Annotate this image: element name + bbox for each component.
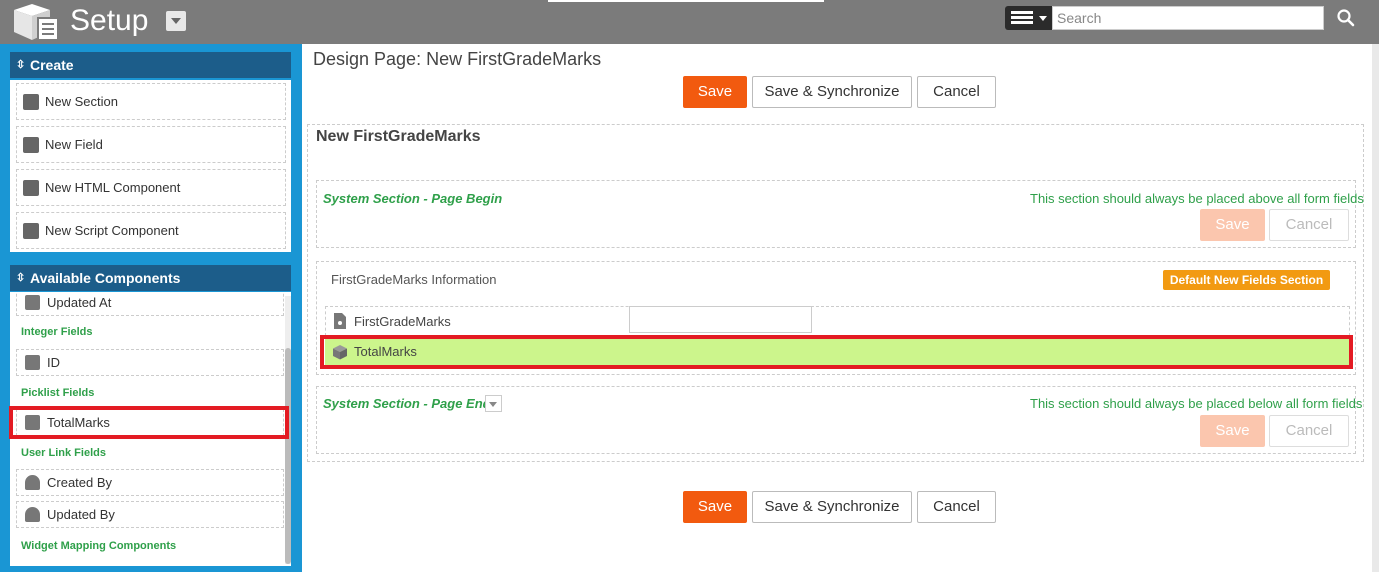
create-panel-header[interactable]: ⇳ Create — [10, 52, 291, 78]
calendar-icon — [25, 295, 40, 310]
page-end-note: This section should always be placed bel… — [1030, 396, 1363, 411]
cube-stack-logo — [14, 4, 59, 41]
page-begin-label: System Section - Page Begin — [323, 191, 503, 206]
user-icon — [25, 475, 40, 490]
firstgrademarks-field-label: FirstGradeMarks — [354, 314, 451, 329]
top-tab-indicator — [548, 0, 824, 2]
information-section-title: FirstGradeMarks Information — [331, 272, 497, 287]
new-html-component-label: New HTML Component — [45, 180, 181, 195]
page-end-save-button[interactable]: Save — [1200, 415, 1265, 447]
expand-collapse-icon: ⇳ — [16, 272, 26, 284]
id-label: ID — [47, 355, 60, 370]
search-icon[interactable] — [1336, 8, 1356, 28]
form-title: New FirstGradeMarks — [316, 128, 481, 145]
firstgrademarks-input[interactable] — [629, 306, 812, 333]
new-field-label: New Field — [45, 137, 103, 152]
script-icon — [23, 223, 39, 239]
search-input[interactable] — [1052, 6, 1324, 30]
hamburger-menu-icon — [1011, 11, 1033, 25]
page-begin-cancel-button[interactable]: Cancel — [1269, 209, 1349, 241]
picklist-fields-group: Picklist Fields — [21, 387, 95, 399]
page-scrollbar[interactable] — [1372, 44, 1379, 572]
create-heading: Create — [30, 57, 74, 73]
title-dropdown-button[interactable] — [166, 11, 186, 31]
save-button-bottom[interactable]: Save — [683, 491, 747, 523]
number-icon — [25, 355, 40, 370]
available-components-header[interactable]: ⇳ Available Components — [10, 265, 291, 291]
save-synchronize-button-top[interactable]: Save & Synchronize — [752, 76, 912, 108]
updated-at-label: Updated At — [47, 295, 112, 310]
user-icon — [25, 507, 40, 522]
code-icon — [23, 180, 39, 196]
page-end-cancel-button[interactable]: Cancel — [1269, 415, 1349, 447]
cancel-button-top[interactable]: Cancel — [917, 76, 996, 108]
updated-by-item[interactable]: Updated By — [16, 501, 284, 528]
page-begin-save-button[interactable]: Save — [1200, 209, 1265, 241]
new-section-label: New Section — [45, 94, 118, 109]
default-new-fields-badge: Default New Fields Section — [1163, 270, 1330, 290]
caret-down-icon — [1039, 16, 1047, 21]
firstgrademarks-field-row[interactable] — [325, 306, 1350, 336]
create-panel: New Section New Field New HTML Component… — [10, 80, 291, 252]
save-button-top[interactable]: Save — [683, 76, 747, 108]
new-field-item[interactable]: New Field — [16, 126, 286, 163]
hamburger-menu-button[interactable] — [1005, 6, 1052, 30]
save-synchronize-button-bottom[interactable]: Save & Synchronize — [752, 491, 912, 523]
updated-at-item[interactable]: Updated At — [16, 292, 284, 316]
field-list-icon — [23, 137, 39, 153]
new-script-component-label: New Script Component — [45, 223, 179, 238]
section-layout-icon — [23, 94, 39, 110]
new-script-component-item[interactable]: New Script Component — [16, 212, 286, 249]
new-section-item[interactable]: New Section — [16, 83, 286, 120]
integer-fields-group: Integer Fields — [21, 326, 93, 338]
top-bar: Setup — [0, 0, 1379, 44]
section-options-dropdown[interactable] — [485, 395, 502, 412]
created-by-item[interactable]: Created By — [16, 469, 284, 496]
updated-by-label: Updated By — [47, 507, 115, 522]
annotation-highlight-totalmarks-row — [320, 335, 1353, 369]
expand-collapse-icon: ⇳ — [16, 59, 26, 71]
new-html-component-item[interactable]: New HTML Component — [16, 169, 286, 206]
page-title: Design Page: New FirstGradeMarks — [313, 49, 602, 69]
app-title: Setup — [70, 4, 149, 37]
user-link-fields-group: User Link Fields — [21, 447, 106, 459]
page-begin-note: This section should always be placed abo… — [1030, 191, 1364, 206]
sidebar-scroll-thumb[interactable] — [285, 348, 291, 564]
file-icon — [334, 313, 346, 329]
created-by-label: Created By — [47, 475, 113, 490]
cancel-button-bottom[interactable]: Cancel — [917, 491, 996, 523]
available-components-heading: Available Components — [30, 270, 181, 286]
page-end-label: System Section - Page End — [323, 396, 491, 411]
annotation-highlight-totalmarks-item — [9, 406, 289, 439]
widget-mapping-group: Widget Mapping Components — [21, 540, 177, 552]
id-item[interactable]: ID — [16, 349, 284, 376]
